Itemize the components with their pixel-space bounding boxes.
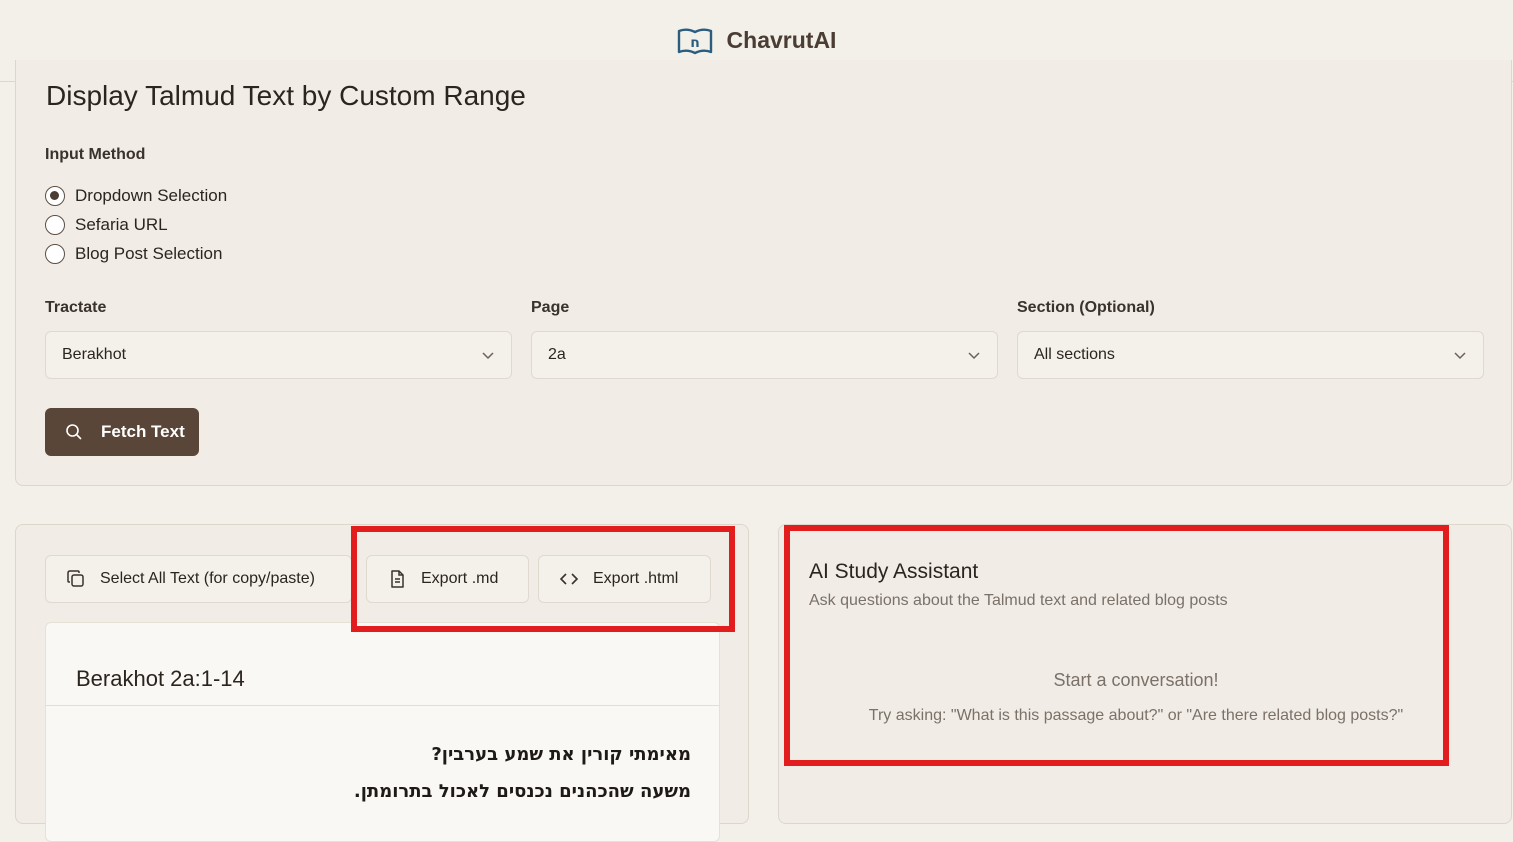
- radio-blog-post-selection[interactable]: Blog Post Selection: [45, 244, 222, 264]
- empty-state-title: Start a conversation!: [1053, 670, 1219, 690]
- file-text-icon: [391, 570, 404, 588]
- code-icon: [559, 573, 579, 585]
- range-form-card: Display Talmud Text by Custom Range Inpu…: [15, 60, 1512, 486]
- radio-dropdown-selection[interactable]: Dropdown Selection: [45, 186, 227, 206]
- app-name: ChavrutAI: [726, 27, 837, 53]
- ai-assistant-card: AI Study Assistant Ask questions about t…: [778, 524, 1512, 824]
- section-value: All sections: [1034, 346, 1115, 363]
- book-logo-icon: ח: [677, 28, 712, 54]
- radio-sefaria-url[interactable]: Sefaria URL: [45, 215, 168, 235]
- page-label: Page: [531, 299, 570, 316]
- tractate-select[interactable]: Berakhot: [45, 331, 512, 379]
- export-md-label: Export .md: [421, 570, 499, 587]
- select-all-text-button[interactable]: Select All Text (for copy/paste): [45, 555, 352, 603]
- divider: [46, 705, 719, 706]
- ai-assistant-title: AI Study Assistant: [809, 560, 979, 583]
- chevron-down-icon: [1454, 352, 1466, 360]
- empty-state-hint: Try asking: "What is this passage about?…: [868, 707, 1404, 724]
- radio-button[interactable]: [45, 244, 65, 264]
- hebrew-text-line: משעה שהכהנים נכנסים לאכול בתרומתן.: [353, 781, 691, 802]
- tractate-label: Tractate: [45, 299, 107, 316]
- chevron-down-icon: [968, 352, 980, 360]
- page-select[interactable]: 2a: [531, 331, 998, 379]
- input-method-label: Input Method: [45, 146, 146, 163]
- export-md-button[interactable]: Export .md: [366, 555, 529, 603]
- page-title: Display Talmud Text by Custom Range: [46, 80, 526, 111]
- tractate-value: Berakhot: [62, 346, 127, 363]
- text-reference-title: Berakhot 2a:1-14: [76, 666, 245, 691]
- hebrew-text-line: מאימתי קורין את שמע בערבין?: [431, 744, 691, 765]
- fetch-text-label: Fetch Text: [101, 422, 185, 441]
- section-select[interactable]: All sections: [1017, 331, 1484, 379]
- radio-button[interactable]: [45, 186, 65, 206]
- text-viewer-card: Select All Text (for copy/paste) Export …: [15, 524, 749, 842]
- chevron-down-icon: [482, 352, 494, 360]
- radio-label: Dropdown Selection: [75, 186, 228, 205]
- radio-label: Blog Post Selection: [75, 244, 223, 263]
- ai-assistant-subtitle: Ask questions about the Talmud text and …: [809, 592, 1228, 609]
- section-label: Section (Optional): [1017, 299, 1155, 316]
- export-html-button[interactable]: Export .html: [538, 555, 711, 603]
- logo-letter: ח: [690, 35, 700, 51]
- export-html-label: Export .html: [593, 570, 679, 587]
- brand[interactable]: ח ChavrutAI: [677, 26, 837, 56]
- copy-icon: [67, 570, 84, 587]
- fetch-text-button[interactable]: Fetch Text: [45, 408, 199, 456]
- radio-label: Sefaria URL: [75, 215, 168, 234]
- select-all-label: Select All Text (for copy/paste): [100, 570, 315, 587]
- search-icon: [66, 424, 82, 440]
- page-value: 2a: [548, 346, 566, 363]
- talmud-text-panel: Berakhot 2a:1-14 מאימתי קורין את שמע בער…: [45, 622, 720, 842]
- radio-button[interactable]: [45, 215, 65, 235]
